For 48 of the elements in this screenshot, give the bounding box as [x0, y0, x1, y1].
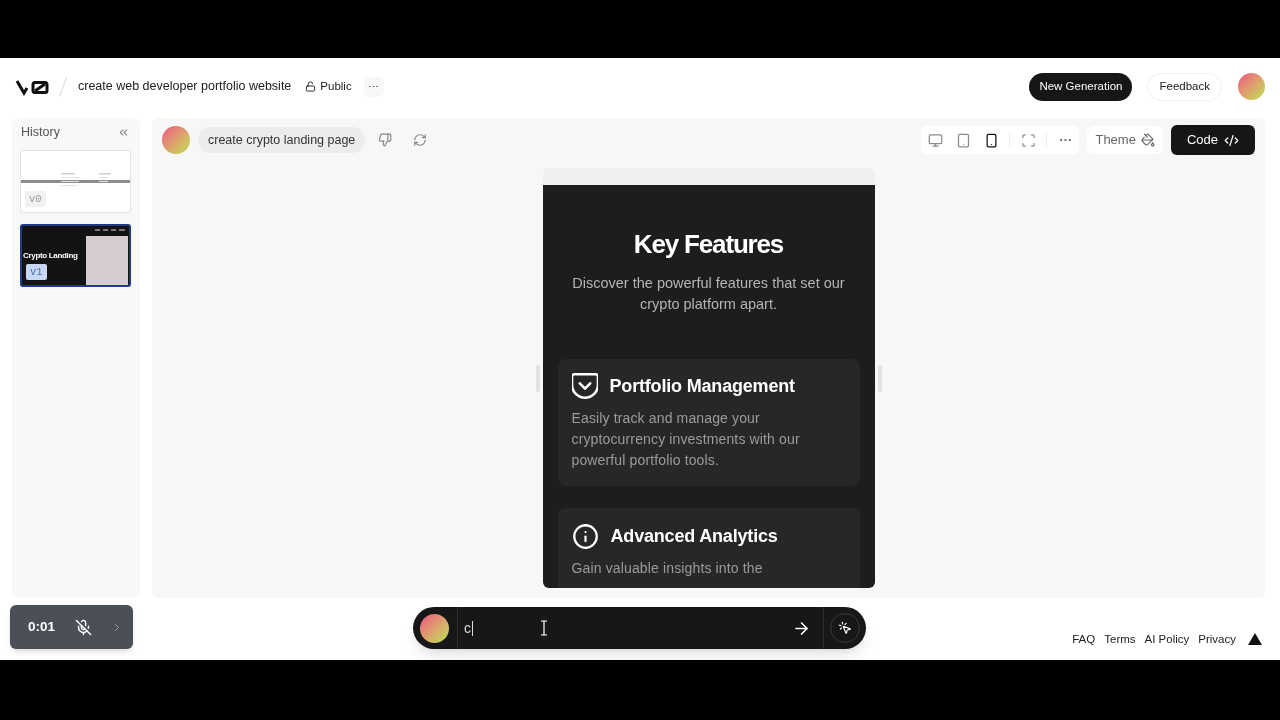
footer-link[interactable]: FAQ	[1072, 630, 1096, 648]
thumbs-down-icon	[378, 133, 393, 147]
thumbnail-heading: Crypto Landing	[23, 251, 78, 260]
code-button[interactable]: Code	[1170, 125, 1255, 155]
sidebar-title: History	[21, 123, 60, 141]
prompt-input[interactable]: c	[458, 607, 788, 649]
project-title: create web developer portfolio website	[78, 78, 292, 96]
paint-bucket-icon	[1140, 133, 1155, 147]
recording-time: 0:01	[28, 617, 56, 636]
version-badge: v1	[26, 264, 47, 280]
version-badge: v0	[25, 191, 46, 207]
section-heading: Key Features	[632, 228, 785, 260]
triangle-logo-icon[interactable]	[1248, 633, 1262, 646]
microphone-muted-icon	[74, 618, 92, 636]
unlocked-lock-icon	[305, 81, 317, 92]
visibility-button[interactable]: Public	[301, 75, 356, 98]
feedback-button[interactable]: Feedback	[1147, 72, 1222, 101]
feature-description: Gain valuable insights into the	[571, 559, 764, 578]
feature-title: Portfolio Management	[609, 374, 795, 398]
more-icon	[1059, 138, 1071, 142]
pointer-click-icon	[838, 621, 852, 635]
tablet-icon	[955, 132, 971, 148]
separator	[59, 76, 67, 97]
avatar	[1238, 73, 1265, 100]
fullscreen-icon	[1020, 132, 1036, 148]
desktop-icon	[927, 132, 943, 148]
footer-link[interactable]: AI Policy	[1144, 630, 1190, 648]
theme-button[interactable]: Theme	[1087, 126, 1163, 154]
microphone-button[interactable]	[74, 618, 93, 636]
info-icon	[571, 522, 599, 550]
mobile-icon	[983, 132, 999, 148]
feature-description: Easily track and manage your cryptocurrency investments with our powerful portfolio tools.	[571, 409, 801, 470]
footer-link[interactable]: Terms	[1104, 630, 1136, 648]
section-subtitle: Discover the powerful features that set our crypto platform apart.	[571, 274, 846, 314]
history-thumbnail[interactable]: Crypto Landing v1	[20, 224, 131, 287]
code-icon	[1224, 132, 1239, 148]
feature-title: Advanced Analytics	[610, 524, 778, 548]
more-icon	[369, 85, 379, 88]
avatar	[162, 126, 190, 154]
new-generation-button[interactable]: New Generation	[1029, 72, 1133, 101]
avatar	[420, 613, 449, 643]
pocket-icon	[571, 373, 598, 399]
text-caret-icon	[472, 620, 473, 636]
prompt-chip: create crypto landing page	[198, 127, 366, 153]
image-placeholder	[86, 236, 128, 285]
refresh-icon	[413, 133, 428, 147]
text-cursor-icon	[540, 620, 548, 636]
footer-link[interactable]: Privacy	[1198, 630, 1236, 648]
